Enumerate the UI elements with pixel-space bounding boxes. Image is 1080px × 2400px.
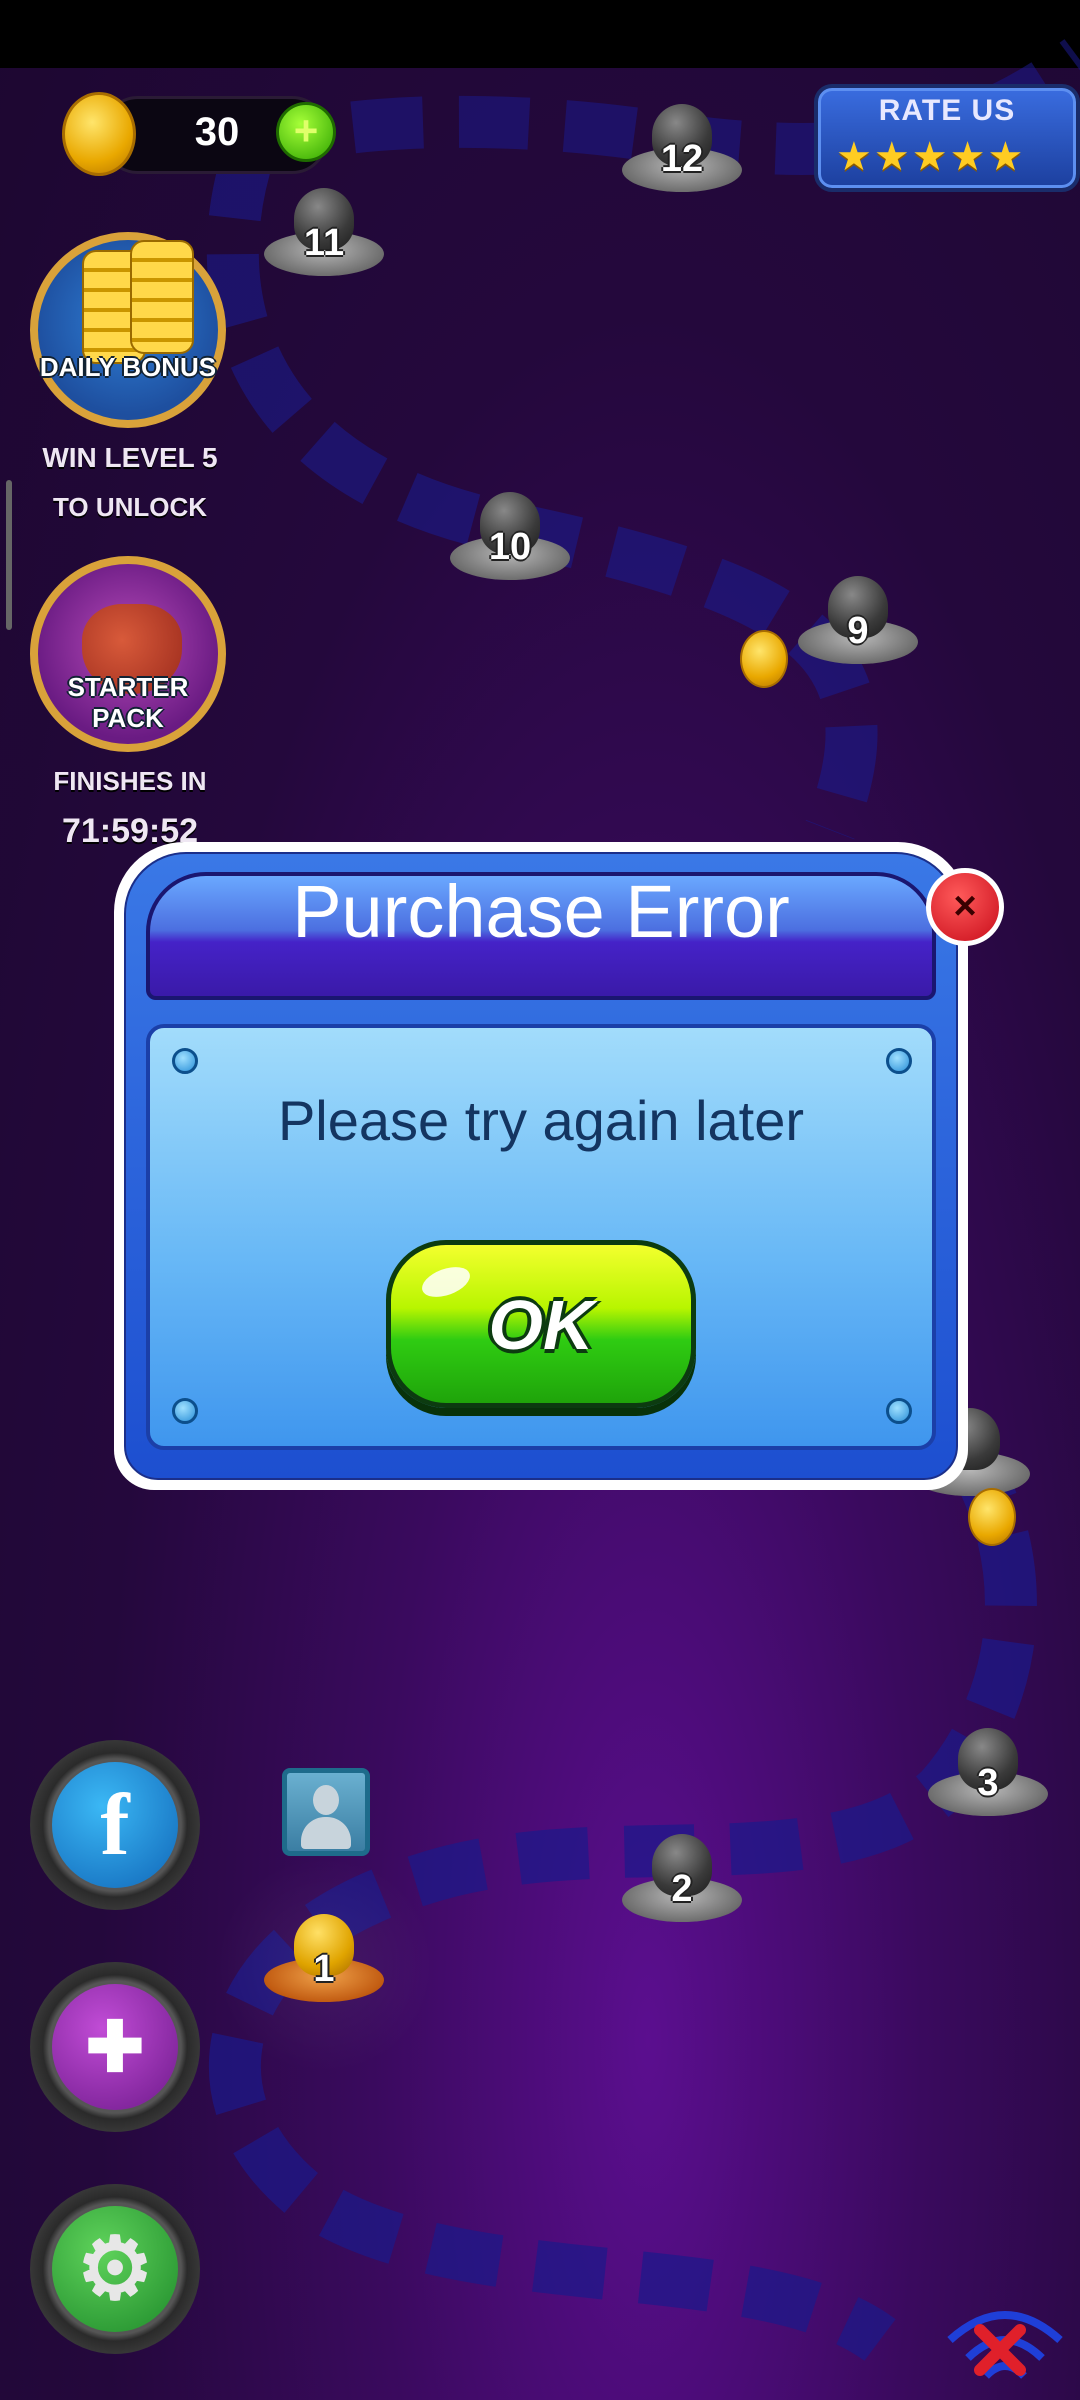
facebook-button[interactable]: f — [30, 1740, 200, 1910]
coin-icon — [62, 92, 136, 176]
facebook-icon: f — [52, 1762, 178, 1888]
games-button[interactable]: ✚ — [30, 1962, 200, 2132]
player-avatar[interactable] — [282, 1768, 370, 1856]
coin-icon — [740, 630, 788, 688]
rating-stars-icon: ★★★★★ — [836, 135, 1026, 179]
starter-pack-status-label: FINISHES IN — [53, 766, 207, 796]
coin-icon — [968, 1488, 1016, 1546]
level-number: 1 — [313, 1948, 335, 1990]
rivet-icon — [886, 1398, 912, 1424]
level-number: 12 — [660, 138, 704, 180]
daily-bonus-status-line1: WIN LEVEL 5 — [42, 442, 218, 473]
level-number: 10 — [488, 526, 532, 568]
coin-counter: 30 + — [62, 92, 336, 176]
level-node-10[interactable]: 10 — [450, 492, 570, 584]
coin-stack-icon — [130, 240, 194, 354]
level-number: 3 — [977, 1762, 999, 1804]
level-node-2[interactable]: 2 — [622, 1834, 742, 1926]
coin-count: 30 — [194, 110, 240, 154]
add-coins-button[interactable]: + — [276, 102, 336, 162]
level-node-9[interactable]: 9 — [798, 576, 918, 668]
gamepad-icon: ✚ — [52, 1984, 178, 2110]
rate-us-label: RATE US — [878, 94, 1016, 127]
starter-pack-button[interactable]: STARTER PACK — [30, 556, 226, 752]
rivet-icon — [172, 1048, 198, 1074]
no-connection-icon — [947, 2311, 1063, 2379]
rivet-icon — [886, 1048, 912, 1074]
ok-button[interactable]: OK — [386, 1240, 696, 1408]
starter-pack-label: STARTER PACK — [67, 672, 189, 733]
ok-button-label: OK — [488, 1286, 594, 1364]
user-silhouette-icon — [313, 1785, 339, 1815]
gear-icon: ⚙ — [52, 2206, 178, 2332]
level-node-12[interactable]: 12 — [622, 104, 742, 196]
level-node-11[interactable]: 11 — [264, 188, 384, 280]
daily-bonus-label: DAILY BONUS — [39, 352, 217, 382]
level-number: 11 — [303, 222, 345, 264]
settings-button[interactable]: ⚙ — [30, 2184, 200, 2354]
rivet-icon — [172, 1398, 198, 1424]
dialog-content-panel: Please try again later OK — [146, 1024, 936, 1450]
level-number: 2 — [671, 1868, 693, 1910]
dialog-message: Please try again later — [277, 1089, 805, 1152]
daily-bonus-status-line2: TO UNLOCK — [52, 492, 208, 522]
dialog-title: Purchase Error — [292, 870, 790, 953]
daily-bonus-button[interactable]: DAILY BONUS — [30, 232, 226, 428]
close-dialog-button[interactable]: × — [926, 868, 1004, 946]
level-node-1[interactable]: 1 — [264, 1914, 384, 2006]
level-node-3[interactable]: 3 — [928, 1728, 1048, 1820]
purchase-error-dialog: Purchase Error Please try again later OK… — [114, 842, 1004, 1490]
rate-us-button[interactable]: RATE US ★★★★★ — [814, 84, 1080, 192]
level-number: 9 — [847, 610, 869, 652]
